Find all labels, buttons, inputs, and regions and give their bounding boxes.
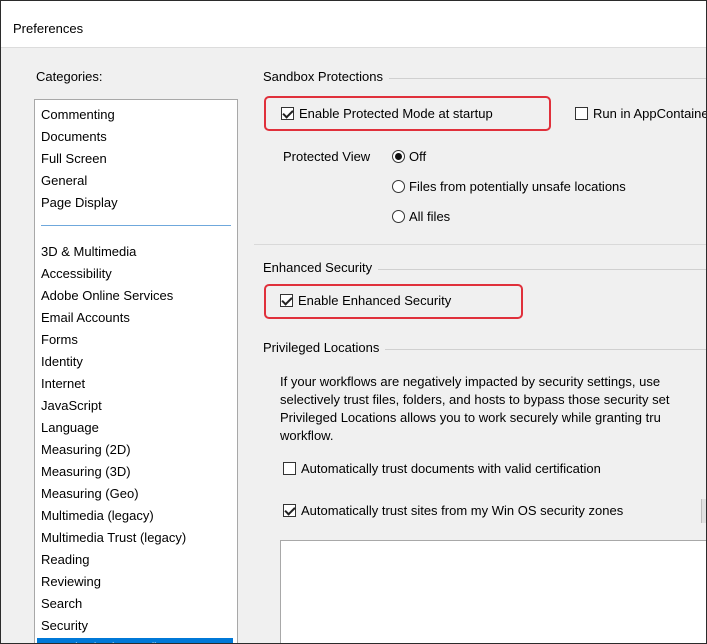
category-divider — [41, 225, 231, 226]
enhanced-group-title: Enhanced Security — [263, 260, 379, 275]
category-item-selected[interactable]: Security (Enhanced) — [37, 638, 233, 643]
category-item[interactable]: Measuring (3D) — [41, 462, 131, 482]
app-container-checkbox[interactable]: Run in AppContaine — [575, 106, 707, 121]
preferences-window: Preferences Categories: Commenting Docume… — [0, 0, 707, 644]
category-item[interactable]: Multimedia Trust (legacy) — [41, 528, 186, 548]
enhanced-security-label: Enable Enhanced Security — [298, 293, 452, 308]
protected-view-option-all[interactable]: All files — [392, 209, 450, 224]
category-item[interactable]: Page Display — [41, 193, 118, 213]
category-item[interactable]: Multimedia (legacy) — [41, 506, 154, 526]
sandbox-group-title: Sandbox Protections — [263, 69, 389, 84]
privileged-description: If your workflows are negatively impacte… — [280, 374, 670, 443]
category-item[interactable]: Identity — [41, 352, 83, 372]
protected-mode-check-icon[interactable] — [281, 107, 294, 120]
trust-sites-label: Automatically trust sites from my Win OS… — [301, 503, 624, 518]
protected-view-option-off[interactable]: Off — [392, 149, 426, 164]
category-item[interactable]: Accessibility — [41, 264, 112, 284]
trust-sites-check-icon[interactable] — [283, 504, 296, 517]
category-item[interactable]: Documents — [41, 127, 107, 147]
category-item[interactable]: Measuring (Geo) — [41, 484, 139, 504]
category-item[interactable]: Adobe Online Services — [41, 286, 173, 306]
category-item[interactable]: Search — [41, 594, 82, 614]
category-item[interactable]: 3D & Multimedia — [41, 242, 136, 262]
trust-certified-label: Automatically trust documents with valid… — [301, 461, 601, 476]
protected-view-label: Protected View — [283, 149, 371, 164]
radio-all-icon[interactable] — [392, 210, 405, 223]
category-item[interactable]: Reviewing — [41, 572, 101, 592]
window-title: Preferences — [13, 21, 84, 36]
category-item[interactable]: JavaScript — [41, 396, 102, 416]
category-item[interactable]: Internet — [41, 374, 85, 394]
categories-list[interactable]: Commenting Documents Full Screen General Pag… — [34, 99, 238, 643]
title-bar: Preferences — [1, 1, 706, 48]
category-item[interactable]: Security — [41, 616, 88, 636]
category-item[interactable]: Commenting — [41, 105, 115, 125]
privileged-locations-list[interactable] — [280, 540, 706, 643]
section-separator — [254, 244, 706, 245]
app-container-check-icon[interactable] — [575, 107, 588, 120]
side-control-stub — [701, 499, 706, 523]
category-item[interactable]: Email Accounts — [41, 308, 130, 328]
trust-certified-check-icon[interactable] — [283, 462, 296, 475]
app-container-label: Run in AppContaine — [593, 106, 707, 121]
category-item[interactable]: Measuring (2D) — [41, 440, 131, 460]
protected-mode-label: Enable Protected Mode at startup — [299, 106, 493, 121]
enhanced-security-check-icon[interactable] — [280, 294, 293, 307]
category-item[interactable]: Reading — [41, 550, 89, 570]
trust-sites-checkbox[interactable]: Automatically trust sites from my Win OS… — [283, 503, 623, 518]
trust-certified-checkbox[interactable]: Automatically trust documents with valid… — [283, 461, 601, 476]
category-item[interactable]: Full Screen — [41, 149, 107, 169]
category-item[interactable]: General — [41, 171, 87, 191]
radio-off-icon[interactable] — [392, 150, 405, 163]
radio-unsafe-icon[interactable] — [392, 180, 405, 193]
category-item[interactable]: Forms — [41, 330, 78, 350]
protected-mode-checkbox[interactable]: Enable Protected Mode at startup — [281, 106, 493, 121]
protected-view-option-unsafe[interactable]: Files from potentially unsafe locations — [392, 179, 626, 194]
enhanced-security-checkbox[interactable]: Enable Enhanced Security — [280, 293, 451, 308]
category-item[interactable]: Language — [41, 418, 99, 438]
categories-label: Categories: — [36, 69, 103, 84]
privileged-group-title: Privileged Locations — [263, 340, 386, 355]
